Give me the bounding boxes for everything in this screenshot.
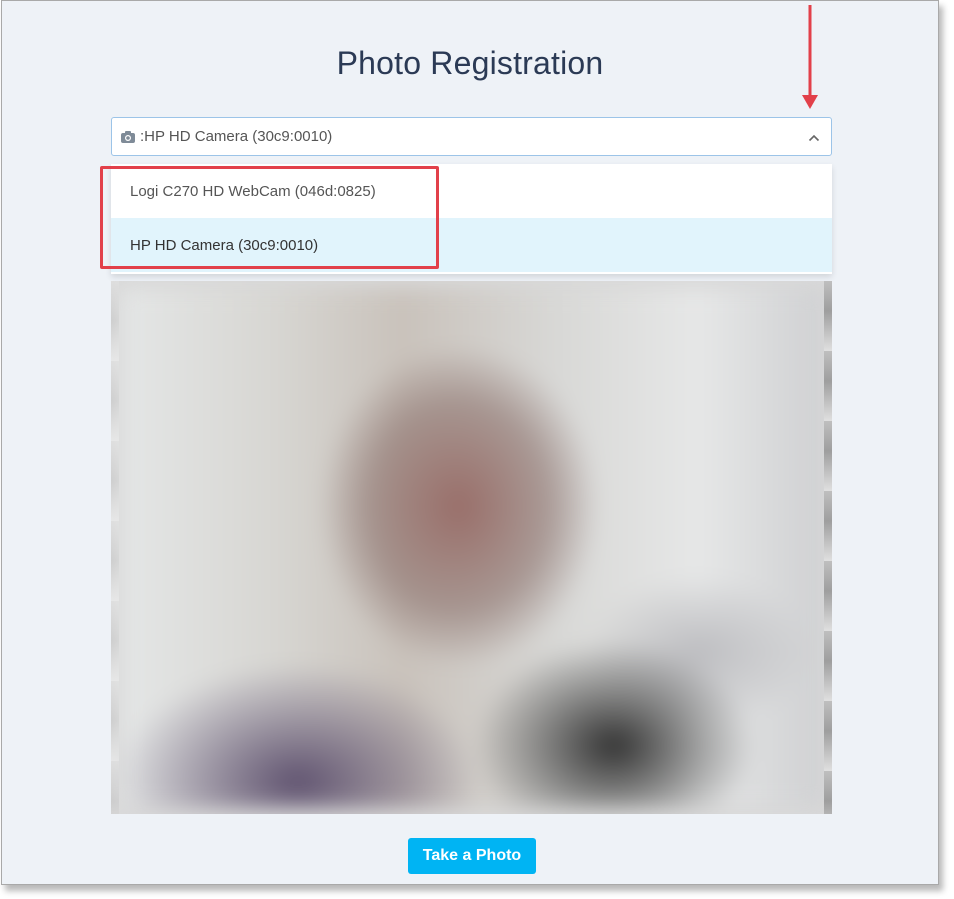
pointer-arrow-annotation — [802, 5, 818, 109]
camera-select[interactable]: :HP HD Camera (30c9:0010) — [111, 117, 832, 156]
app-window: Photo Registration :HP HD Camera (30c9:0… — [1, 0, 939, 885]
preview-edge-left — [111, 281, 119, 814]
camera-icon — [121, 130, 135, 144]
take-photo-button[interactable]: Take a Photo — [408, 838, 536, 874]
camera-preview — [111, 281, 832, 814]
chevron-up-icon[interactable] — [808, 131, 820, 143]
page-title: Photo Registration — [336, 45, 604, 81]
options-highlight-box — [100, 166, 439, 269]
camera-video-feed — [121, 288, 825, 808]
preview-edge-right — [824, 281, 832, 814]
camera-select-value: :HP HD Camera (30c9:0010) — [140, 128, 333, 145]
